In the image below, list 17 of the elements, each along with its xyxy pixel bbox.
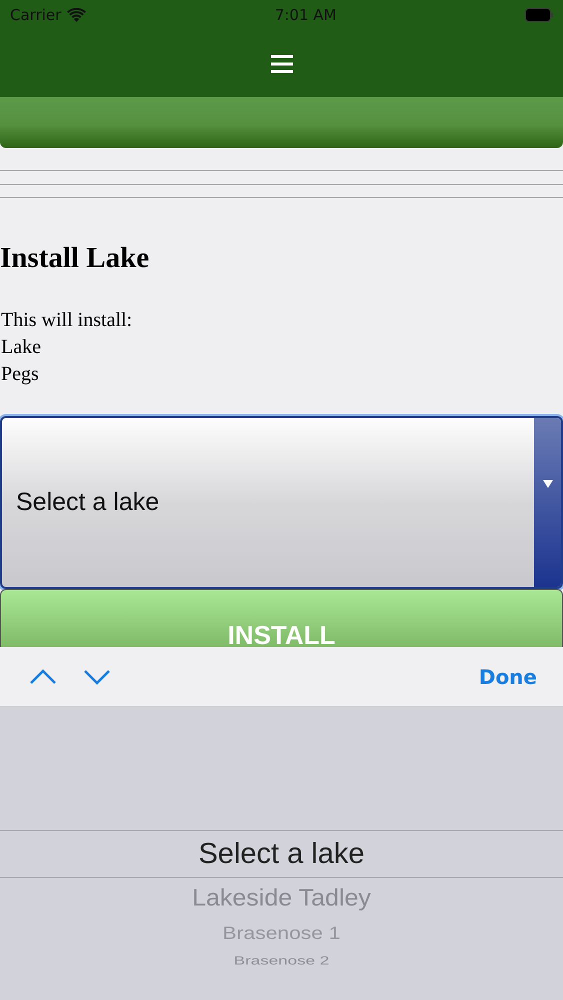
lake-select[interactable]: Select a lake [0,416,563,589]
status-time: 7:01 AM [274,6,336,24]
next-button[interactable] [0,97,563,148]
done-button[interactable]: Done [478,664,537,688]
dropdown-arrow-icon [542,480,552,488]
wifi-icon [67,8,86,22]
picker-option[interactable]: Brasenose 1 [222,920,340,948]
intro-text: This will install: [1,308,134,333]
menu-icon[interactable] [270,54,292,72]
battery-icon [525,8,553,22]
install-item: Lake [1,335,42,360]
picker-option[interactable]: Brasenose 2 [234,953,330,969]
section-title: Install Lake [0,242,150,275]
install-item: Pegs [1,362,40,387]
picker-option[interactable]: Select a lake [198,837,365,871]
carrier-label: Carrier [10,6,62,24]
picker-option[interactable]: Lakeside Tadley [192,879,371,917]
